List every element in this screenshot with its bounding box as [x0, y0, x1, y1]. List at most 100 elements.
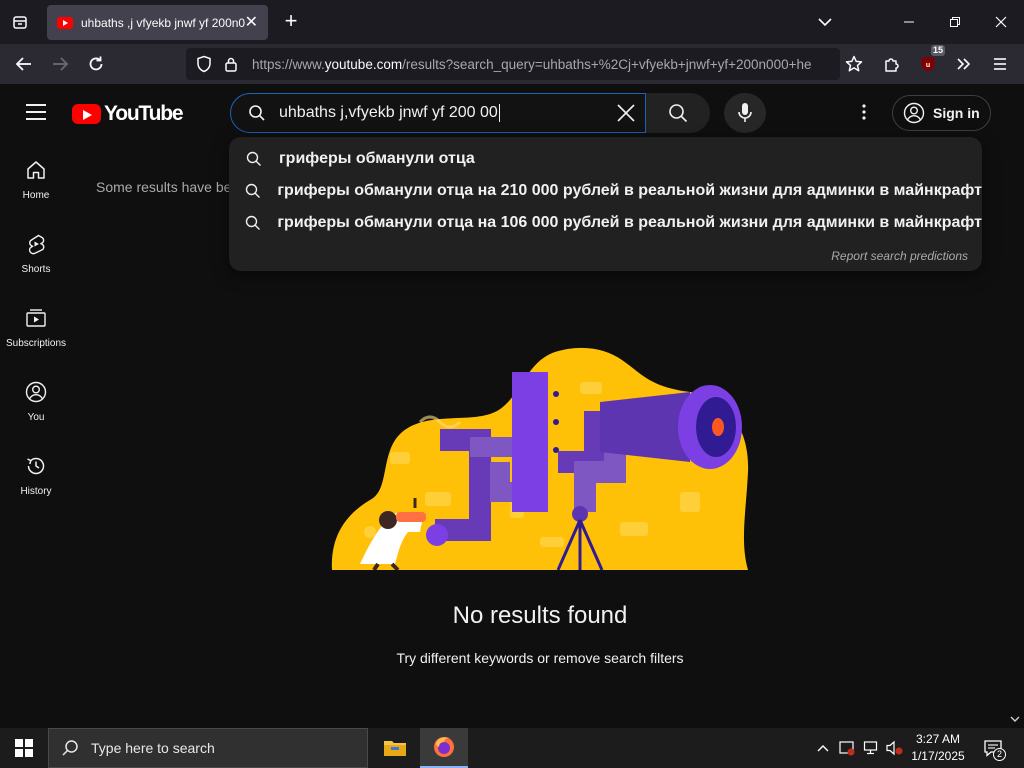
sidebar-item-you[interactable]: You	[0, 362, 72, 436]
sign-in-label: Sign in	[933, 105, 980, 121]
bookmark-star-icon[interactable]	[840, 50, 868, 78]
search-icon	[245, 150, 263, 168]
taskbar-clock[interactable]: 3:27 AM 1/17/2025	[906, 731, 970, 765]
sidebar-item-shorts[interactable]: Shorts	[0, 214, 72, 288]
taskbar-search-placeholder: Type here to search	[91, 740, 215, 756]
extension-badge-count: 15	[930, 45, 945, 56]
firefox-taskbar-button[interactable]	[420, 728, 468, 768]
windows-logo-icon	[15, 739, 33, 757]
search-suggestions-dropdown: гриферы обманули отца гриферы обманули о…	[229, 137, 982, 271]
suggestion-text: гриферы обманули отца	[279, 150, 475, 167]
browser-navigation-bar: https://www.youtube.com/results?search_q…	[0, 44, 1024, 84]
clock-time: 3:27 AM	[915, 732, 961, 746]
suggestion-item[interactable]: гриферы обманули отца на 210 000 рублей …	[229, 175, 982, 207]
search-icon	[245, 214, 261, 232]
start-button[interactable]	[0, 728, 48, 768]
close-tab-icon[interactable]: ✕	[245, 14, 258, 31]
extensions-puzzle-icon[interactable]	[878, 50, 906, 78]
sidebar-item-subscriptions[interactable]: Subscriptions	[0, 288, 72, 362]
microphone-icon	[738, 103, 752, 122]
sidebar-item-label: You	[27, 412, 45, 423]
clock-date: 1/17/2025	[911, 749, 965, 763]
browser-tab-strip: uhbaths ,j vfyekb jnwf yf 200n0000 ✕ +	[0, 0, 1024, 44]
padlock-icon[interactable]	[222, 54, 240, 74]
ublock-origin-extension-icon[interactable]: u 15	[914, 45, 945, 78]
youtube-wordmark: YouTube	[104, 102, 184, 125]
search-button-icon	[669, 104, 688, 123]
notification-count-badge: 2	[993, 748, 1006, 761]
text-caret	[498, 103, 500, 122]
url-text: https://www.youtube.com/results?search_q…	[252, 57, 837, 72]
sidebar-item-label: Subscriptions	[5, 338, 67, 349]
subscriptions-icon	[24, 306, 48, 330]
tracking-protection-shield-icon[interactable]	[194, 54, 214, 74]
tab-overflow-chevron-icon[interactable]	[814, 12, 836, 32]
you-account-icon	[24, 380, 48, 404]
clear-search-icon[interactable]	[613, 100, 639, 126]
action-center-button[interactable]: 2	[976, 728, 1010, 768]
url-path: /results?search_query=uhbaths+%2Cj+vfyek…	[402, 56, 812, 72]
search-icon	[247, 103, 267, 123]
url-prefix: https://www.	[252, 56, 325, 72]
app-menu-icon[interactable]	[986, 50, 1014, 78]
browser-tab-youtube[interactable]: uhbaths ,j vfyekb jnwf yf 200n0000 ✕	[47, 5, 268, 40]
suggestion-item[interactable]: гриферы обманули отца	[229, 143, 982, 175]
history-icon	[24, 454, 48, 478]
taskbar-search-box[interactable]: Type here to search	[48, 728, 368, 768]
svg-text:u: u	[926, 62, 930, 69]
reload-icon[interactable]	[82, 50, 110, 78]
url-host: youtube.com	[324, 56, 403, 72]
sidebar-item-history[interactable]: History	[0, 436, 72, 510]
search-query-text: uhbaths j,vfyekb jnwf yf 200 00	[279, 103, 500, 122]
more-tools-chevron-icon[interactable]	[950, 50, 978, 78]
guide-menu-icon[interactable]	[20, 96, 52, 128]
more-options-vertical-dots-icon[interactable]	[852, 100, 876, 124]
show-hidden-icons-chevron-icon[interactable]	[812, 728, 834, 768]
firefox-icon	[434, 737, 454, 757]
voice-search-button[interactable]	[724, 93, 766, 133]
suggestion-text: гриферы обманули отца на 210 000 рублей …	[277, 182, 982, 199]
sidebar-item-home[interactable]: Home	[0, 140, 72, 214]
sidebar-item-label: Shorts	[21, 264, 51, 275]
guide-sidebar: Home Shorts Subscriptions You History	[0, 140, 72, 510]
list-all-tabs-icon[interactable]	[8, 10, 32, 34]
no-results-hint: Try different keywords or remove search …	[396, 650, 684, 666]
new-tab-button[interactable]: +	[278, 8, 304, 34]
youtube-masthead: YouTube uhbaths j,vfyekb jnwf yf 200 00	[0, 84, 1024, 140]
search-icon	[62, 740, 78, 756]
folder-icon	[384, 741, 406, 756]
suggestion-text: гриферы обманули отца на 106 000 рублей …	[277, 214, 982, 231]
search-button[interactable]	[646, 93, 710, 133]
shorts-icon	[24, 232, 48, 256]
home-icon	[24, 158, 48, 182]
scroll-down-arrow-icon[interactable]	[1008, 713, 1022, 725]
youtube-play-logo-icon	[72, 104, 101, 124]
windows-taskbar: Type here to search 3:27 AM 1/17/2025 2	[0, 728, 1024, 768]
search-icon	[245, 182, 261, 200]
close-window-button[interactable]	[978, 0, 1024, 44]
tab-title: uhbaths ,j vfyekb jnwf yf 200n0000	[81, 15, 245, 30]
minimize-window-button[interactable]	[886, 0, 932, 44]
back-arrow-icon[interactable]	[10, 50, 38, 78]
security-center-tray-icon[interactable]	[836, 728, 858, 768]
volume-muted-tray-icon[interactable]	[884, 728, 906, 768]
no-results-title: No results found	[452, 602, 628, 629]
results-notice-text: Some results have be	[96, 179, 232, 195]
sidebar-item-label: History	[20, 486, 52, 497]
network-tray-icon[interactable]	[860, 728, 882, 768]
forward-arrow-icon[interactable]	[46, 50, 74, 78]
address-bar[interactable]: https://www.youtube.com/results?search_q…	[186, 48, 840, 80]
youtube-logo[interactable]: YouTube	[72, 102, 184, 126]
report-search-predictions-link[interactable]: Report search predictions	[831, 249, 968, 263]
file-explorer-taskbar-button[interactable]	[371, 728, 419, 768]
sign-in-button[interactable]: Sign in	[892, 95, 991, 131]
suggestion-item[interactable]: гриферы обманули отца на 106 000 рублей …	[229, 207, 982, 239]
youtube-favicon-icon	[57, 16, 73, 29]
search-input[interactable]: uhbaths j,vfyekb jnwf yf 200 00	[230, 93, 646, 133]
no-results-illustration	[331, 347, 749, 570]
sidebar-item-label: Home	[22, 190, 50, 201]
account-circle-icon	[903, 102, 925, 124]
search-query-value: uhbaths j,vfyekb jnwf yf 200 00	[279, 104, 498, 122]
restore-window-button[interactable]	[932, 0, 978, 44]
youtube-page: YouTube uhbaths j,vfyekb jnwf yf 200 00	[0, 84, 1024, 727]
